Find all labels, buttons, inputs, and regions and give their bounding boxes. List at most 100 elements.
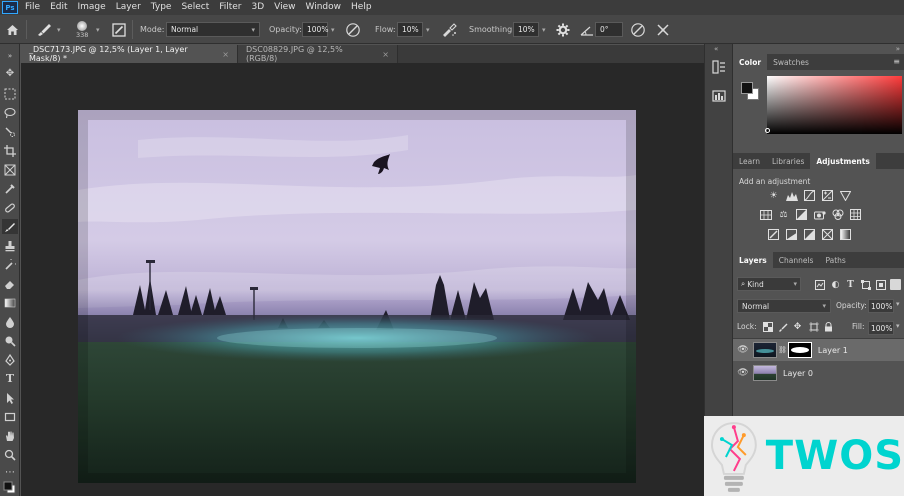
- menu-filter[interactable]: Filter: [214, 0, 246, 15]
- blur-tool-icon[interactable]: [2, 314, 18, 329]
- menu-select[interactable]: Select: [176, 0, 214, 15]
- menu-layer[interactable]: Layer: [111, 0, 146, 15]
- lock-transparent-pixels-icon[interactable]: [761, 321, 774, 332]
- color-swatches-icon[interactable]: [2, 480, 18, 495]
- layer-fill-caret-icon[interactable]: ▾: [896, 322, 900, 330]
- tab-libraries[interactable]: Libraries: [766, 153, 810, 169]
- tab-dsc7173[interactable]: _DSC7173.JPG @ 12,5% (Layer 1, Layer Mas…: [21, 45, 238, 63]
- panel-collapse-icon[interactable]: »: [2, 48, 18, 63]
- tab-channels[interactable]: Channels: [773, 252, 820, 268]
- layer-opacity-caret-icon[interactable]: ▾: [896, 300, 900, 308]
- close-icon[interactable]: ×: [382, 50, 389, 59]
- layer-1-thumbnail[interactable]: [753, 342, 777, 358]
- brush-tool-preset-icon[interactable]: ▾: [36, 15, 61, 44]
- move-tool-icon[interactable]: ✥: [2, 66, 18, 81]
- menu-file[interactable]: File: [20, 0, 45, 15]
- tab-color[interactable]: Color: [733, 54, 768, 70]
- rectangle-tool-icon[interactable]: [2, 409, 18, 424]
- marquee-tool-icon[interactable]: [2, 86, 18, 101]
- filter-toggle-icon[interactable]: [890, 279, 901, 290]
- filter-pixel-layer-icon[interactable]: [813, 279, 826, 290]
- flow-input[interactable]: 10%: [397, 22, 423, 37]
- menu-image[interactable]: Image: [73, 0, 111, 15]
- healing-brush-tool-icon[interactable]: [2, 200, 18, 215]
- posterize-icon[interactable]: [785, 229, 798, 240]
- filter-type-layer-icon[interactable]: T: [844, 279, 857, 290]
- opacity-input[interactable]: 100%: [302, 22, 328, 37]
- layer-filter-kind-select[interactable]: ⌕ Kind ▾: [737, 277, 801, 291]
- collapse-panels-icon[interactable]: »: [896, 45, 900, 53]
- threshold-icon[interactable]: [803, 229, 816, 240]
- tab-layers[interactable]: Layers: [733, 252, 773, 268]
- curves-icon[interactable]: [803, 190, 816, 201]
- gradient-map-icon[interactable]: [839, 229, 852, 240]
- tab-dsc08829[interactable]: DSC08829.JPG @ 12,5% (RGB/8) ×: [238, 45, 398, 63]
- foreground-color-swatch[interactable]: [741, 82, 753, 94]
- layer-1-name[interactable]: Layer 1: [818, 346, 848, 355]
- frame-tool-icon[interactable]: [2, 162, 18, 177]
- layer-0-name[interactable]: Layer 0: [783, 369, 813, 378]
- brush-size-caret-icon[interactable]: ▾: [96, 15, 100, 44]
- crop-tool-icon[interactable]: [2, 143, 18, 158]
- brush-tool-icon[interactable]: [2, 219, 18, 234]
- pressure-size-icon[interactable]: [630, 15, 646, 44]
- visibility-eye-icon[interactable]: 👁: [733, 345, 753, 355]
- color-lookup-icon[interactable]: [849, 209, 862, 220]
- filter-smart-object-icon[interactable]: [874, 279, 887, 290]
- hue-saturation-icon[interactable]: [759, 209, 772, 220]
- lasso-tool-icon[interactable]: [2, 105, 18, 120]
- airbrush-icon[interactable]: [440, 15, 458, 44]
- canvas-area[interactable]: [21, 63, 704, 496]
- menu-view[interactable]: View: [269, 0, 300, 15]
- color-picker-handle[interactable]: [765, 128, 770, 133]
- pen-tool-icon[interactable]: [2, 352, 18, 367]
- visibility-eye-icon[interactable]: 👁: [733, 368, 753, 378]
- blend-mode-select[interactable]: Normal ▾: [737, 299, 831, 313]
- quick-selection-tool-icon[interactable]: [2, 124, 18, 139]
- lock-all-icon[interactable]: [822, 321, 835, 332]
- black-white-icon[interactable]: [795, 209, 808, 220]
- tab-adjustments[interactable]: Adjustments: [810, 153, 876, 169]
- layer-row-layer-1[interactable]: 👁 ⛓ Layer 1: [733, 339, 904, 361]
- eraser-tool-icon[interactable]: [2, 276, 18, 291]
- layer-0-thumbnail[interactable]: [753, 365, 777, 381]
- brush-settings-panel-icon[interactable]: [112, 15, 126, 44]
- gear-icon[interactable]: [556, 15, 570, 44]
- panel-menu-icon[interactable]: ≡: [893, 57, 900, 66]
- hand-tool-icon[interactable]: [2, 428, 18, 443]
- color-spectrum-picker[interactable]: [767, 76, 902, 134]
- layer-fill-input[interactable]: 100%: [868, 321, 894, 335]
- histogram-panel-icon[interactable]: [712, 89, 726, 106]
- levels-icon[interactable]: [785, 190, 798, 201]
- smoothing-caret-icon[interactable]: ▾: [542, 26, 546, 34]
- gradient-tool-icon[interactable]: [2, 295, 18, 310]
- pressure-opacity-icon[interactable]: [345, 15, 361, 44]
- mask-link-icon[interactable]: ⛓: [778, 346, 787, 354]
- zoom-tool-icon[interactable]: [2, 447, 18, 462]
- channel-mixer-icon[interactable]: [831, 209, 844, 220]
- menu-window[interactable]: Window: [301, 0, 347, 15]
- selective-color-icon[interactable]: [821, 229, 834, 240]
- symmetry-icon[interactable]: [655, 15, 671, 44]
- mode-select[interactable]: Normal ▾: [166, 22, 260, 37]
- invert-icon[interactable]: [767, 229, 780, 240]
- smoothing-input[interactable]: 10%: [513, 22, 539, 37]
- exposure-icon[interactable]: [821, 190, 834, 201]
- tab-paths[interactable]: Paths: [819, 252, 851, 268]
- color-balance-icon[interactable]: ⚖: [777, 209, 790, 220]
- angle-input[interactable]: 0°: [595, 22, 623, 37]
- close-icon[interactable]: ×: [222, 50, 229, 59]
- layer-row-layer-0[interactable]: 👁 Layer 0: [733, 362, 904, 384]
- lock-artboard-icon[interactable]: [807, 321, 820, 332]
- menu-3d[interactable]: 3D: [247, 0, 270, 15]
- more-tools-icon[interactable]: ⋯: [2, 465, 18, 480]
- layer-mask-thumbnail[interactable]: [787, 342, 812, 358]
- menu-edit[interactable]: Edit: [45, 0, 72, 15]
- filter-adjustment-layer-icon[interactable]: ◐: [829, 279, 842, 290]
- photo-filter-icon[interactable]: [813, 209, 826, 220]
- eyedropper-tool-icon[interactable]: [2, 181, 18, 196]
- document-image[interactable]: [78, 110, 636, 483]
- collapse-arrows-icon[interactable]: «: [714, 45, 718, 53]
- lock-position-icon[interactable]: ✥: [791, 321, 804, 332]
- dodge-tool-icon[interactable]: [2, 333, 18, 348]
